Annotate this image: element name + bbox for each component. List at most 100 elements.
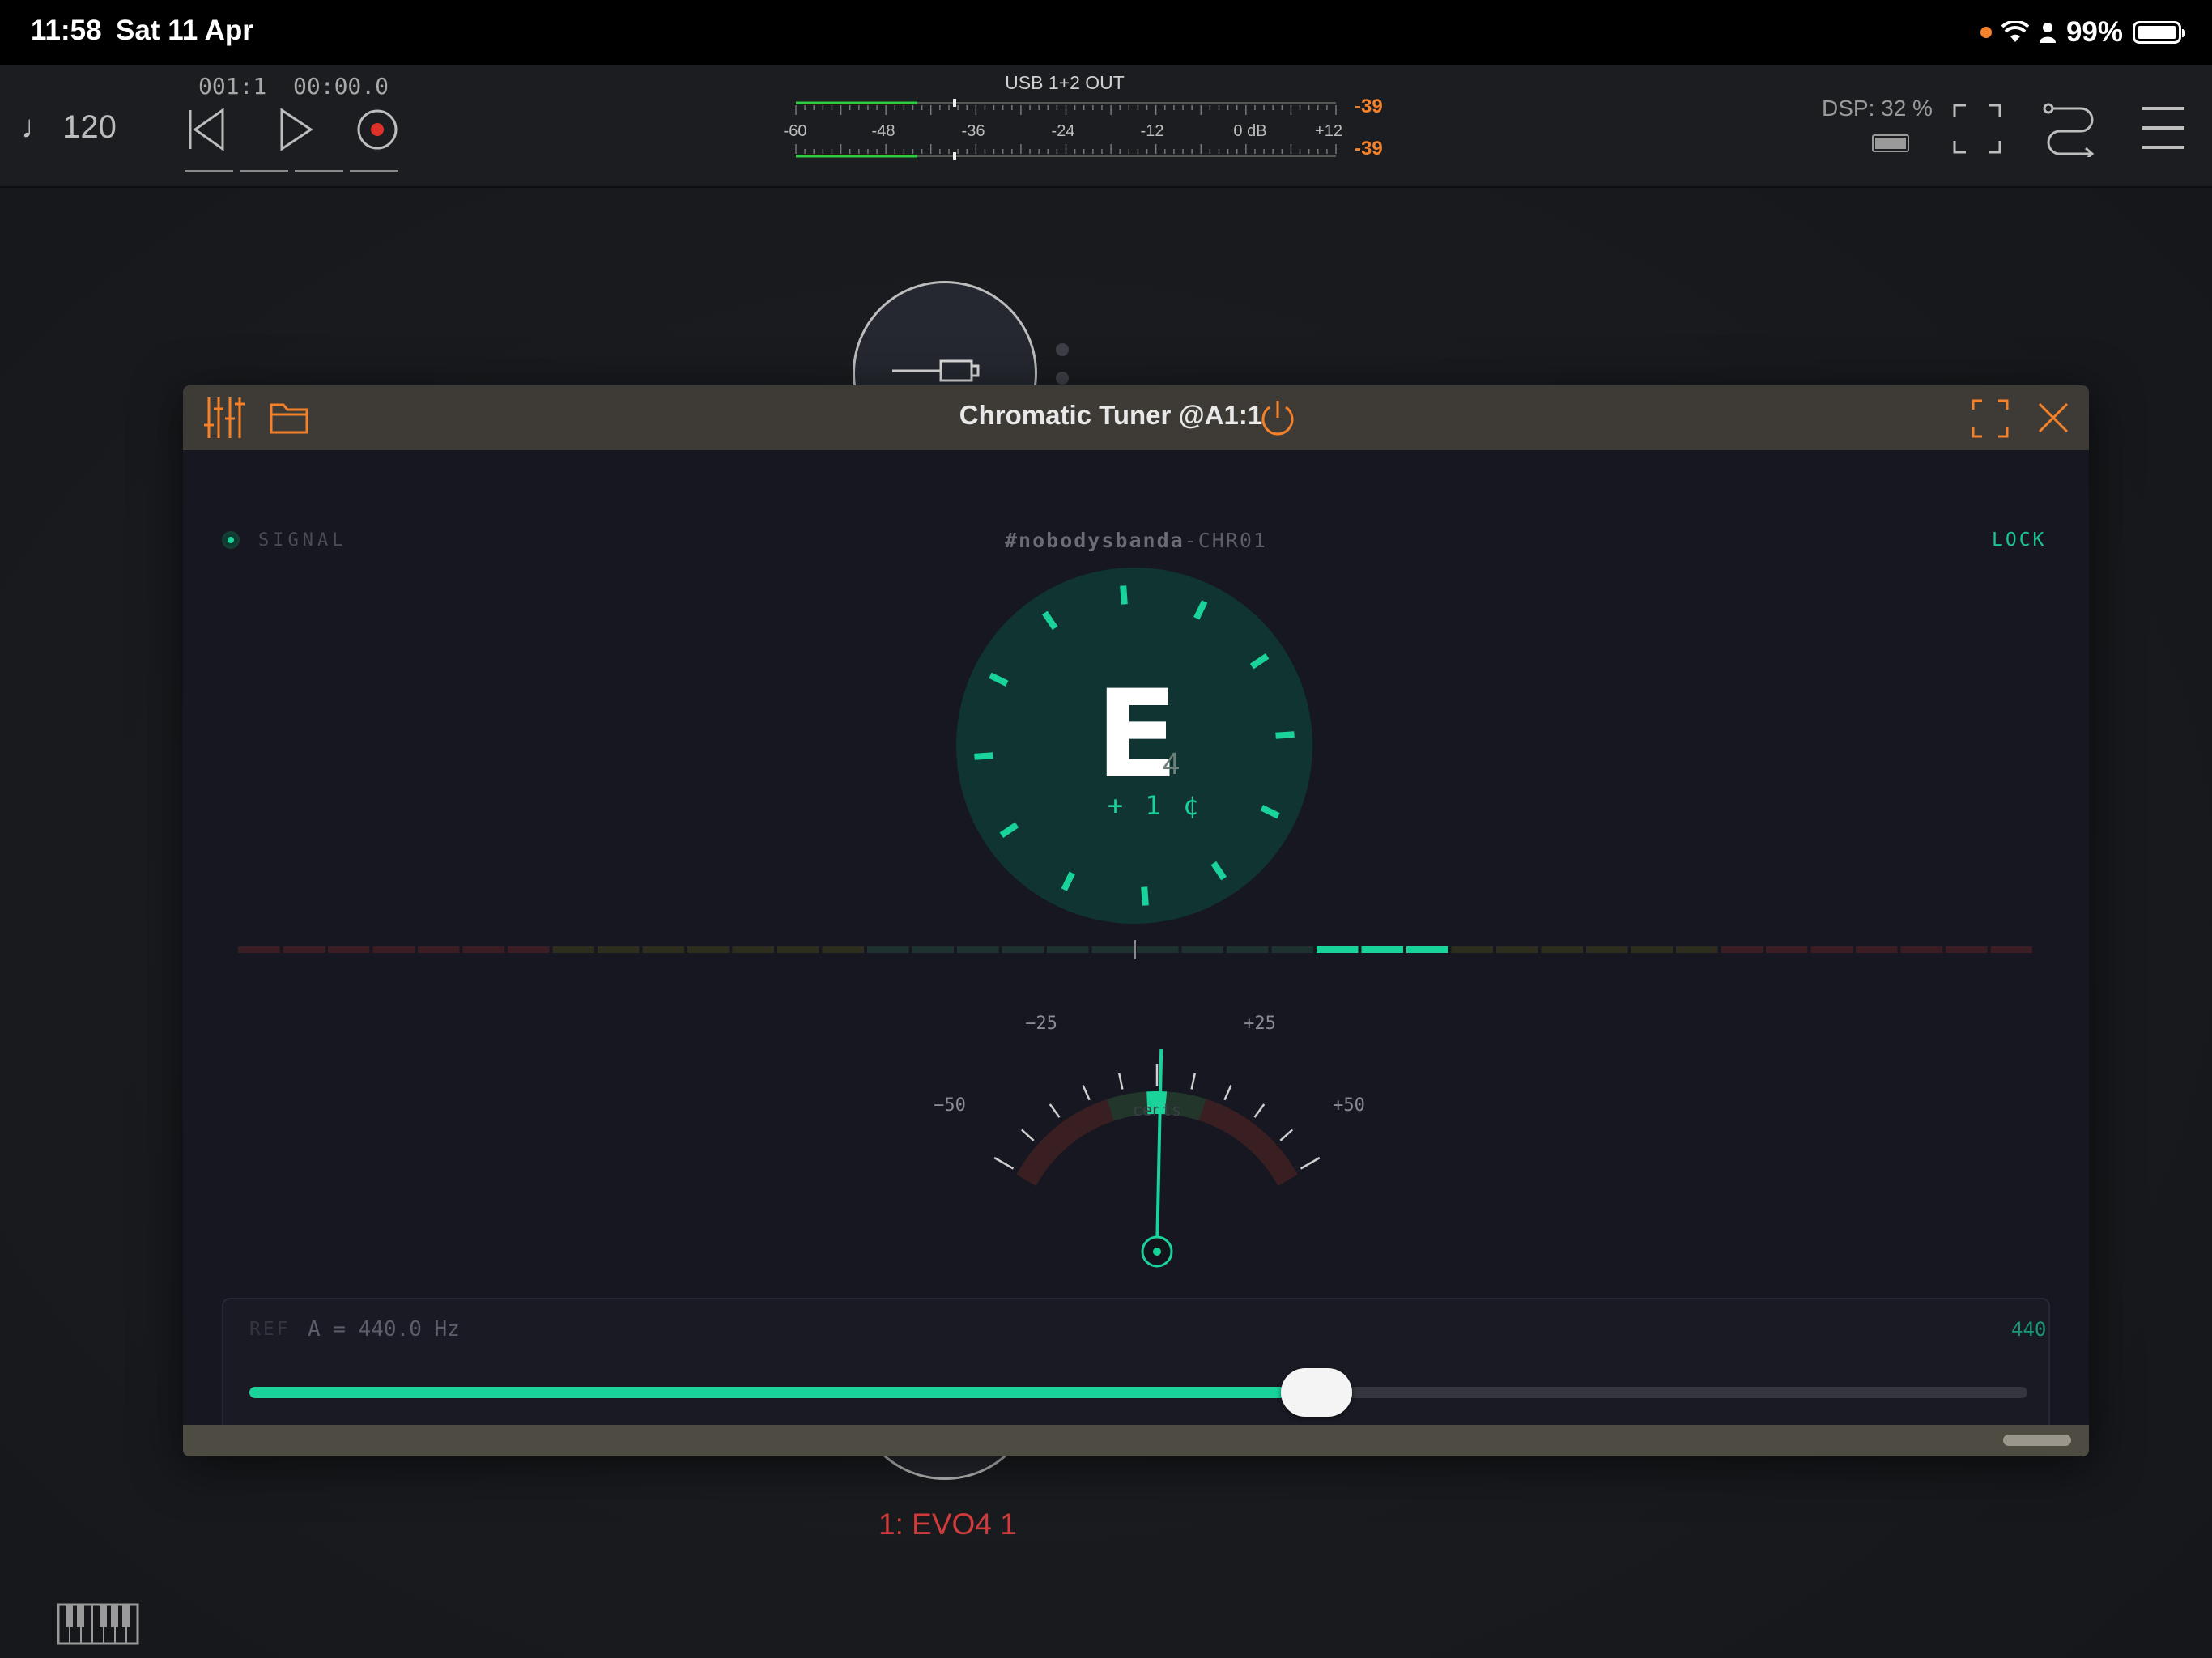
plugin-title: Chromatic Tuner @A1:1 — [183, 400, 2089, 431]
resize-handle[interactable] — [2003, 1435, 2071, 1446]
play-icon[interactable] — [272, 104, 321, 155]
reference-slider-thumb[interactable] — [1280, 1368, 1352, 1417]
position-display: 001:1 — [198, 73, 267, 100]
deviation-cell — [1946, 946, 1988, 953]
deviation-cell — [1406, 946, 1448, 953]
deviation-cell — [1721, 946, 1763, 953]
reference-value: A = 440.0 Hz — [308, 1317, 460, 1341]
power-icon[interactable] — [1258, 398, 1297, 439]
deviation-cell — [508, 946, 550, 953]
gauge-tick — [1279, 1129, 1294, 1141]
meter-scale-label: -36 — [962, 122, 985, 140]
record-icon[interactable] — [353, 104, 402, 155]
keyboard-icon[interactable] — [57, 1603, 139, 1645]
meter-scale-label: -24 — [1052, 122, 1075, 140]
reference-number: 440 — [2011, 1318, 2047, 1341]
deviation-cell — [1810, 946, 1853, 953]
node-port[interactable] — [1056, 343, 1069, 356]
status-time: 11:58 — [31, 15, 102, 46]
device-tag-suffix: -CHR01 — [1184, 529, 1267, 552]
dial-tick — [1141, 886, 1149, 906]
deviation-cell — [687, 946, 730, 953]
deviation-cell — [1317, 946, 1359, 953]
transport-underline — [185, 170, 400, 172]
deviation-cell — [372, 946, 415, 953]
deviation-cell — [1271, 946, 1313, 953]
gauge-tick — [1117, 1073, 1124, 1090]
deviation-cell — [1856, 946, 1898, 953]
battery-icon — [2133, 21, 2185, 44]
close-icon[interactable] — [2035, 400, 2071, 436]
output-level-meter[interactable]: -60 -48 -36 -24 -12 0 dB +12 -39 -39 — [777, 96, 1383, 162]
dsp-load: DSP: 32 % — [1822, 96, 1933, 121]
deviation-cell — [1181, 946, 1223, 953]
menu-icon[interactable] — [2141, 104, 2186, 152]
status-bar: 11:58 Sat 11 Apr 99% — [0, 0, 2212, 65]
gauge-label-minus25: −25 — [1025, 1014, 1057, 1034]
deviation-cell — [1451, 946, 1493, 953]
node-label: 1: EVO4 1 — [878, 1507, 1017, 1541]
time-display: 00:00.0 — [293, 73, 389, 100]
dial-tick — [1120, 585, 1128, 605]
output-meter-title: USB 1+2 OUT — [1005, 72, 1125, 93]
gauge-tick — [1049, 1103, 1061, 1118]
meter-scale-label: -12 — [1141, 122, 1164, 140]
skip-back-icon[interactable] — [183, 104, 232, 155]
gauge-tick — [1223, 1084, 1232, 1101]
deviation-cell — [328, 946, 370, 953]
person-icon — [2039, 23, 2056, 43]
fullscreen-icon[interactable] — [1951, 102, 2003, 155]
deviation-cell — [1766, 946, 1808, 953]
cents-readout: + 1 ¢ — [1107, 790, 1202, 821]
gauge-tick — [993, 1156, 1015, 1170]
gauge-label-plus50: +50 — [1333, 1095, 1365, 1116]
deviation-cell — [732, 946, 774, 953]
deviation-cell — [642, 946, 684, 953]
deviation-cell — [822, 946, 864, 953]
toolbar: ♩ 120 001:1 00:00.0 USB 1+2 OUT -60 -48 … — [0, 65, 2212, 188]
deviation-cell — [912, 946, 954, 953]
deviation-cell — [598, 946, 640, 953]
cents-gauge: −50 −25 +25 +50 cents — [934, 1014, 1365, 1268]
deviation-cell — [1002, 946, 1044, 953]
deviation-cell — [1631, 946, 1673, 953]
deviation-cell — [552, 946, 594, 953]
deviation-cell — [1091, 946, 1134, 953]
meter-scale-label: +12 — [1315, 122, 1342, 140]
deviation-cell — [1676, 946, 1718, 953]
deviation-cell — [283, 946, 325, 953]
dial-tick — [1275, 731, 1295, 739]
gauge-tick — [1082, 1084, 1091, 1101]
meter-peak-right: -39 — [1355, 138, 1383, 159]
deviation-cell — [867, 946, 909, 953]
tempo-display[interactable]: ♩ 120 — [21, 109, 117, 146]
battery-percentage: 99% — [2065, 16, 2123, 48]
status-date: Sat 11 Apr — [116, 15, 253, 46]
deviation-cell — [1137, 946, 1179, 953]
tuner-body: SIGNAL #nobodysbanda-CHR01 LOCK E 4 + 1 … — [183, 450, 2089, 1456]
meter-scale-label: -48 — [872, 122, 895, 140]
dial-tick — [974, 752, 993, 760]
node-port[interactable] — [1056, 372, 1069, 385]
plugin-header: Chromatic Tuner @A1:1 — [183, 385, 2089, 450]
gauge-tick — [1300, 1156, 1321, 1170]
meter-scale-label: 0 dB — [1233, 122, 1266, 140]
deviation-cell — [777, 946, 819, 953]
deviation-cell — [1047, 946, 1089, 953]
detected-octave: 4 — [1163, 747, 1180, 781]
wifi-icon — [2001, 21, 2029, 42]
deviation-cell — [1496, 946, 1538, 953]
reference-label: REF — [249, 1319, 291, 1340]
gauge-tick — [1020, 1129, 1035, 1141]
lock-button[interactable]: LOCK — [1992, 529, 2046, 551]
deviation-cell — [1361, 946, 1403, 953]
fullscreen-icon[interactable] — [1971, 398, 2010, 439]
deviation-cell — [1227, 946, 1269, 953]
deviation-cell — [418, 946, 460, 953]
detected-note: E — [1095, 665, 1179, 806]
routing-icon[interactable] — [2042, 99, 2099, 157]
plugin-window: Chromatic Tuner @A1:1 SIGNAL #nobodysban… — [183, 385, 2089, 1456]
deviation-cell — [238, 946, 280, 953]
dsp-battery-icon — [1872, 134, 1909, 152]
meter-peak-left: -39 — [1355, 96, 1383, 117]
